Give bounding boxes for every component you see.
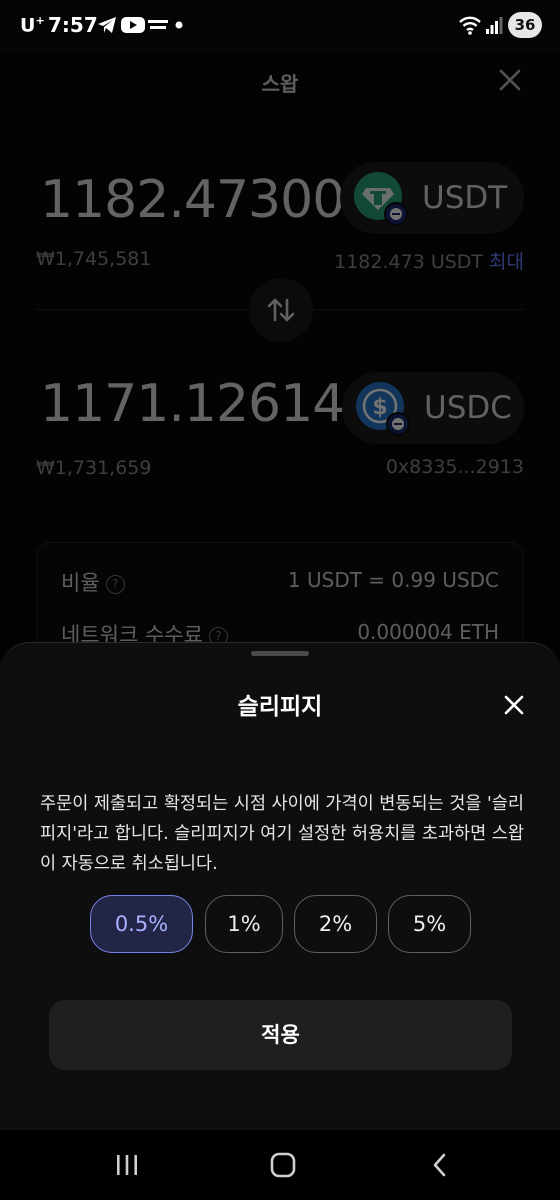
from-balance: 1182.473 USDT 최대 <box>334 251 524 273</box>
from-token-name: USDT <box>422 180 508 216</box>
wifi-icon <box>459 16 481 35</box>
carrier-label: U+ <box>20 14 45 37</box>
usdt-token-icon <box>354 172 408 226</box>
system-nav-bar <box>0 1130 560 1200</box>
slippage-option-1[interactable]: 1% <box>205 895 283 953</box>
to-token-name: USDC <box>424 390 512 426</box>
slippage-option-2[interactable]: 2% <box>294 895 377 953</box>
svg-text:$: $ <box>372 395 387 420</box>
slippage-option-5[interactable]: 5% <box>388 895 471 953</box>
rate-label: 비율? <box>61 567 125 597</box>
close-icon[interactable] <box>502 693 526 717</box>
recent-apps-icon[interactable] <box>114 1152 140 1178</box>
sheet-title: 슬리피지 <box>237 694 323 720</box>
fee-value: 0.000004 ETH <box>357 620 499 644</box>
slippage-sheet: 슬리피지 주문이 제출되고 확정되는 시점 사이에 가격이 변동되는 것을 '슬… <box>0 642 560 1130</box>
help-icon[interactable]: ? <box>105 575 125 594</box>
from-amount-input[interactable]: 1182.473002 <box>40 170 377 230</box>
max-button[interactable]: 최대 <box>489 251 524 273</box>
page-title: 스왑 <box>261 72 299 96</box>
back-icon[interactable] <box>428 1152 452 1178</box>
from-token-selector[interactable]: USDT <box>340 162 524 234</box>
app-badge-icon <box>148 20 168 29</box>
notification-dot-icon <box>175 21 183 29</box>
battery-indicator: 36 <box>508 12 542 38</box>
swap-arrows-icon <box>267 298 295 322</box>
slippage-option-0-5[interactable]: 0.5% <box>90 895 193 953</box>
close-icon[interactable] <box>496 66 524 94</box>
telegram-icon <box>98 17 116 33</box>
to-token-selector[interactable]: $ USDC <box>342 372 524 444</box>
home-icon[interactable] <box>269 1152 297 1178</box>
clock: 7:57 <box>48 13 98 37</box>
from-fiat-value: ₩1,745,581 <box>36 248 152 270</box>
swap-direction-button[interactable] <box>249 278 313 342</box>
apply-button[interactable]: 적용 <box>49 1000 512 1070</box>
slippage-description: 주문이 제출되고 확정되는 시점 사이에 가격이 변동되는 것을 '슬리피지'라… <box>40 794 525 874</box>
status-bar: U+ 7:57 36 <box>0 0 560 52</box>
rate-value: 1 USDT = 0.99 USDC <box>287 568 499 592</box>
to-address: 0x8335...2913 <box>385 456 524 478</box>
signal-icon <box>486 17 503 34</box>
to-amount: 1171.12614 <box>40 374 345 434</box>
youtube-icon <box>121 17 145 33</box>
to-fiat-value: ₩1,731,659 <box>36 457 152 479</box>
sheet-drag-handle[interactable] <box>251 651 309 656</box>
usdc-token-icon: $ <box>356 382 410 436</box>
